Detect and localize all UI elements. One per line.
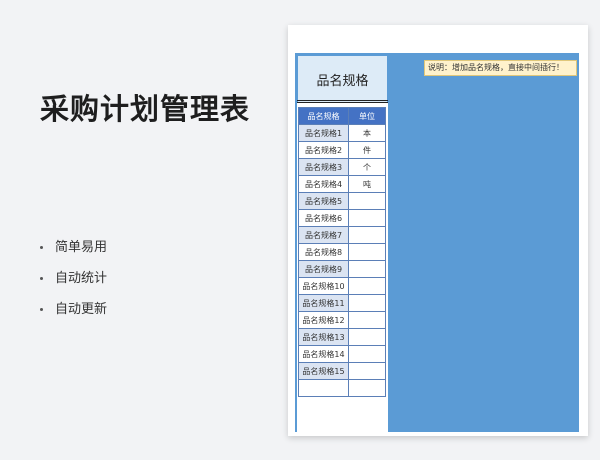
cell-name[interactable]: 品名规格10	[298, 277, 349, 295]
table-row: 品名规格8	[298, 243, 386, 261]
cell-unit[interactable]: 吨	[348, 175, 386, 193]
feature-list: 简单易用 自动统计 自动更新	[40, 232, 107, 325]
table-row: 品名规格6	[298, 209, 386, 227]
table-row: 品名规格12	[298, 311, 386, 329]
table-row: 品名规格14	[298, 345, 386, 363]
feature-item: 简单易用	[40, 232, 107, 263]
feature-label: 自动更新	[55, 301, 108, 317]
feature-label: 自动统计	[55, 270, 108, 286]
table-row: 品名规格4 吨	[298, 175, 386, 193]
cell-name[interactable]: 品名规格7	[298, 226, 349, 244]
feature-label: 简单易用	[55, 239, 108, 255]
cell-name[interactable]: 品名规格12	[298, 311, 349, 329]
panel-divider	[297, 100, 388, 103]
feature-item: 自动统计	[40, 263, 107, 294]
cell-name[interactable]: 品名规格3	[298, 158, 349, 176]
cell-unit[interactable]	[348, 209, 386, 227]
table-row: 品名规格10	[298, 277, 386, 295]
bullet-dot-icon	[40, 308, 43, 311]
cell-unit[interactable]	[348, 345, 386, 363]
cell-unit[interactable]	[348, 311, 386, 329]
cell-unit[interactable]	[348, 243, 386, 261]
cell-unit[interactable]	[348, 277, 386, 295]
cell-name[interactable]	[298, 379, 349, 397]
feature-item: 自动更新	[40, 294, 107, 325]
cell-unit[interactable]: 件	[348, 141, 386, 159]
page-title: 采购计划管理表	[40, 92, 251, 126]
cell-name[interactable]: 品名规格13	[298, 328, 349, 346]
cell-name[interactable]: 品名规格1	[298, 124, 349, 142]
header-unit[interactable]: 单位	[348, 107, 386, 125]
cell-unit[interactable]	[348, 294, 386, 312]
cell-name[interactable]: 品名规格11	[298, 294, 349, 312]
cell-unit[interactable]	[348, 226, 386, 244]
cell-unit[interactable]	[348, 328, 386, 346]
table-header-row: 品名规格 单位	[298, 107, 386, 125]
bullet-dot-icon	[40, 246, 43, 249]
table-row: 品名规格7	[298, 226, 386, 244]
bullet-dot-icon	[40, 277, 43, 280]
cell-unit[interactable]	[348, 260, 386, 278]
cell-unit[interactable]	[348, 362, 386, 380]
cell-unit[interactable]	[348, 379, 386, 397]
cell-name[interactable]: 品名规格2	[298, 141, 349, 159]
table-row	[298, 379, 386, 397]
spec-table: 品名规格 单位 品名规格1 本品名规格2 件品名规格3 个品名规格4 吨品名规格5 品名规…	[298, 107, 386, 397]
cell-name[interactable]: 品名规格5	[298, 192, 349, 210]
table-row: 品名规格3 个	[298, 158, 386, 176]
table-row: 品名规格5	[298, 192, 386, 210]
cell-name[interactable]: 品名规格15	[298, 362, 349, 380]
table-row: 品名规格9	[298, 260, 386, 278]
cell-unit[interactable]	[348, 192, 386, 210]
table-row: 品名规格11	[298, 294, 386, 312]
table-row: 品名规格1 本	[298, 124, 386, 142]
spec-panel: 品名规格 品名规格 单位 品名规格1 本品名规格2 件品名规格3 个品名规格4 吨品名规…	[297, 55, 388, 433]
cell-unit[interactable]: 本	[348, 124, 386, 142]
table-row: 品名规格15	[298, 362, 386, 380]
cell-name[interactable]: 品名规格4	[298, 175, 349, 193]
panel-title: 品名规格	[297, 55, 388, 103]
cell-name[interactable]: 品名规格8	[298, 243, 349, 261]
instruction-note: 说明：增加品名规格，直接中间插行！	[424, 60, 577, 76]
cell-name[interactable]: 品名规格6	[298, 209, 349, 227]
cell-name[interactable]: 品名规格14	[298, 345, 349, 363]
spreadsheet-preview: 品名规格 品名规格 单位 品名规格1 本品名规格2 件品名规格3 个品名规格4 吨品名规…	[288, 25, 588, 436]
table-row: 品名规格2 件	[298, 141, 386, 159]
cell-unit[interactable]: 个	[348, 158, 386, 176]
table-row: 品名规格13	[298, 328, 386, 346]
header-name[interactable]: 品名规格	[298, 107, 349, 125]
cell-name[interactable]: 品名规格9	[298, 260, 349, 278]
